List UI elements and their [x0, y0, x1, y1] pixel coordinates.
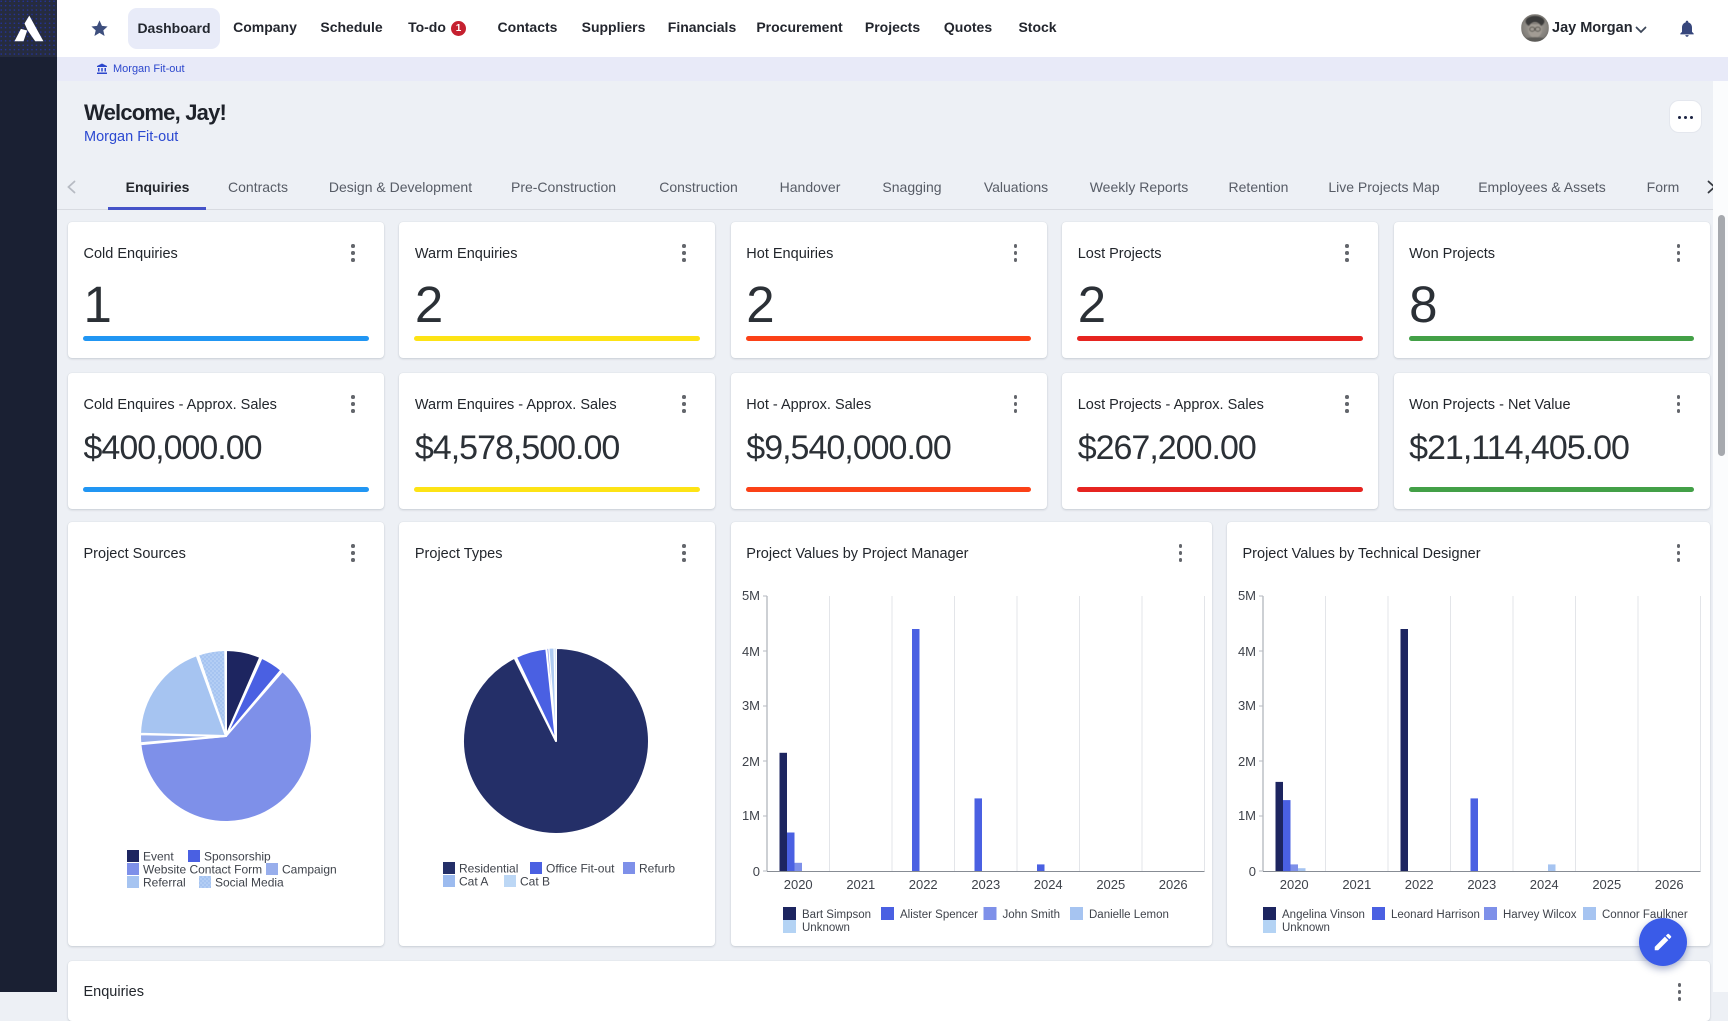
svg-text:2025: 2025	[1096, 877, 1125, 892]
svg-text:Harvey Wilcox: Harvey Wilcox	[1503, 909, 1577, 921]
svg-text:2020: 2020	[784, 877, 813, 892]
svg-text:4M: 4M	[742, 644, 760, 659]
svg-text:Connor Faulkner: Connor Faulkner	[1602, 909, 1688, 921]
svg-text:2M: 2M	[742, 754, 760, 769]
svg-text:3M: 3M	[742, 698, 760, 713]
svg-text:Angelina Vinson: Angelina Vinson	[1282, 909, 1365, 921]
svg-text:2026: 2026	[1159, 877, 1188, 892]
svg-text:0: 0	[753, 864, 760, 879]
svg-text:1M: 1M	[742, 808, 760, 823]
svg-text:Danielle Lemon: Danielle Lemon	[1089, 909, 1169, 921]
svg-text:Bart Simpson: Bart Simpson	[802, 909, 871, 921]
svg-text:Campaign: Campaign	[282, 863, 337, 877]
svg-text:2021: 2021	[846, 877, 875, 892]
svg-text:Sponsorship: Sponsorship	[204, 850, 271, 864]
svg-text:3M: 3M	[1238, 698, 1256, 713]
svg-text:Unknown: Unknown	[802, 922, 850, 934]
svg-text:4M: 4M	[1238, 644, 1256, 659]
svg-text:Social Media: Social Media	[215, 876, 284, 890]
svg-text:2024: 2024	[1530, 877, 1559, 892]
svg-text:Office Fit-out: Office Fit-out	[546, 862, 615, 876]
svg-text:2023: 2023	[1467, 877, 1496, 892]
svg-text:Cat B: Cat B	[520, 875, 550, 889]
svg-text:2020: 2020	[1280, 877, 1309, 892]
svg-text:2022: 2022	[909, 877, 938, 892]
svg-text:2026: 2026	[1655, 877, 1684, 892]
svg-text:2024: 2024	[1034, 877, 1063, 892]
svg-text:2025: 2025	[1592, 877, 1621, 892]
svg-text:Leonard Harrison: Leonard Harrison	[1391, 909, 1480, 921]
svg-text:2023: 2023	[971, 877, 1000, 892]
svg-text:Website Contact Form: Website Contact Form	[143, 863, 262, 877]
svg-text:1M: 1M	[1238, 808, 1256, 823]
svg-text:Cat A: Cat A	[459, 875, 488, 889]
svg-text:Refurb: Refurb	[639, 862, 675, 876]
svg-text:2022: 2022	[1405, 877, 1434, 892]
svg-text:0: 0	[1249, 864, 1256, 879]
svg-text:John Smith: John Smith	[1002, 909, 1060, 921]
svg-text:2M: 2M	[1238, 754, 1256, 769]
svg-text:Event: Event	[143, 850, 174, 864]
svg-text:Residential: Residential	[459, 862, 518, 876]
svg-text:5M: 5M	[742, 588, 760, 603]
svg-text:Unknown: Unknown	[1282, 922, 1330, 934]
svg-text:Alister Spencer: Alister Spencer	[900, 909, 978, 921]
svg-text:5M: 5M	[1238, 588, 1256, 603]
svg-text:Referral: Referral	[143, 876, 186, 890]
svg-text:2021: 2021	[1342, 877, 1371, 892]
